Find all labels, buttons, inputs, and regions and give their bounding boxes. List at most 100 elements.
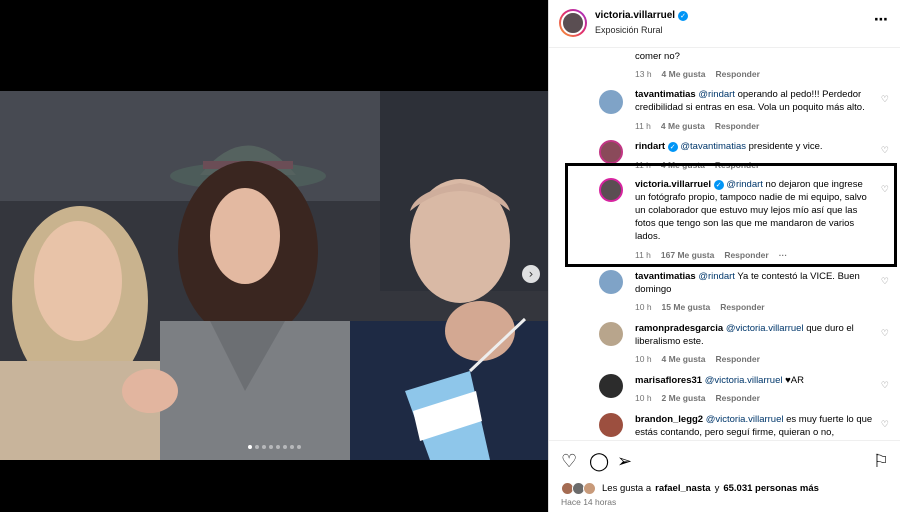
likes-summary[interactable]: Les gusta a rafael_nasta y 65.031 person… (561, 482, 819, 495)
post-header: victoria.villarruel ✓ Exposición Rural ⋯ (549, 0, 900, 48)
comment-mention[interactable]: @rindart (726, 179, 763, 190)
author-username-text[interactable]: victoria.villarruel (595, 10, 675, 21)
comment-meta: 10 h 4 Me gusta Responder (635, 354, 760, 364)
comment-mention[interactable]: @victoria.villarruel (705, 375, 783, 386)
bookmark-icon[interactable]: ⚐ (873, 451, 889, 472)
comment-mention[interactable]: @victoria.villarruel (706, 414, 784, 425)
post-location[interactable]: Exposición Rural (595, 25, 663, 35)
comment-likes[interactable]: 4 Me gusta (661, 121, 705, 131)
comment-meta: 11 h 4 Me gusta Responder (635, 121, 759, 131)
reply-button[interactable]: Responder (715, 393, 759, 403)
photo-illustration (0, 91, 548, 460)
comment-icon[interactable]: ◯ (589, 451, 609, 472)
like-comment-heart-icon[interactable]: ♡ (881, 328, 889, 339)
comment-text: brandon_legg2 @victoria.villarruel es mu… (635, 413, 875, 439)
commenter-avatar[interactable] (599, 374, 623, 398)
post-media: › (0, 0, 548, 512)
commenter-avatar[interactable] (599, 270, 623, 294)
comment-mention[interactable]: @victoria.villarruel (726, 323, 804, 334)
reply-button[interactable]: Responder (715, 121, 759, 131)
commenter-avatar[interactable] (599, 90, 623, 114)
carousel-dots (0, 445, 548, 449)
comment-text: rindart ✓ @tavantimatias presidente y vi… (635, 140, 875, 153)
like-comment-heart-icon[interactable]: ♡ (881, 94, 889, 105)
comment-username[interactable]: brandon_legg2 (635, 414, 703, 425)
comment-time: 11 h (635, 121, 651, 131)
comment-likes[interactable]: 15 Me gusta (662, 302, 711, 312)
liker-avatar (583, 482, 596, 495)
comment-text: marisaflores31 @victoria.villarruel ♥AR (635, 374, 875, 387)
commenter-avatar[interactable] (599, 322, 623, 346)
comment-username[interactable]: tavantimatias (635, 89, 696, 100)
commenter-avatar[interactable] (599, 413, 623, 437)
author-avatar[interactable] (559, 9, 587, 37)
carousel-dot (275, 445, 280, 449)
comment-mention[interactable]: @rindart (698, 271, 735, 282)
like-comment-heart-icon[interactable]: ♡ (881, 380, 889, 391)
comment-username[interactable]: marisaflores31 (635, 375, 702, 386)
reply-button[interactable]: Responder (724, 250, 768, 260)
comment-username[interactable]: ramonpradesgarcia (635, 323, 723, 334)
comment-username[interactable]: victoria.villarruel (635, 179, 711, 190)
comment-mention[interactable]: @rindart (698, 89, 735, 100)
reply-button[interactable]: Responder (715, 160, 759, 170)
comment-likes[interactable]: 2 Me gusta (662, 393, 706, 403)
carousel-next-button[interactable]: › (522, 265, 540, 283)
reply-button[interactable]: Responder (715, 69, 759, 79)
comment-time: 11 h (635, 160, 651, 170)
verified-icon: ✓ (678, 10, 689, 21)
like-comment-heart-icon[interactable]: ♡ (881, 419, 889, 430)
comment-likes[interactable]: 4 Me gusta (662, 354, 706, 364)
post-photo[interactable]: › (0, 91, 548, 460)
verified-icon: ✓ (713, 180, 724, 190)
comment-text: ramonpradesgarcia @victoria.villarruel q… (635, 322, 875, 348)
post-actions-bar: ♡ ◯ ➢ ⚐ Les gusta a rafael_nasta y 65.03… (549, 440, 900, 512)
comment-meta: 11 h 167 Me gusta Responder ··· (635, 250, 787, 260)
author-username[interactable]: victoria.villarruel ✓ (595, 10, 689, 21)
comment-time: 11 h (635, 250, 651, 260)
post-timestamp: Hace 14 horas (561, 497, 617, 507)
share-icon[interactable]: ➢ (617, 451, 632, 472)
comments-list[interactable]: comer no? 13 h 4 Me gusta Responder tava… (549, 48, 900, 440)
likes-prefix: Les gusta a (602, 483, 652, 494)
comment-body: presidente y vice. (748, 141, 823, 152)
carousel-dot (261, 445, 266, 449)
reply-button[interactable]: Responder (720, 302, 764, 312)
heart-icon[interactable]: ♡ (561, 451, 577, 472)
like-comment-heart-icon[interactable]: ♡ (881, 184, 889, 195)
likes-user[interactable]: rafael_nasta (655, 483, 710, 494)
carousel-dot (268, 445, 273, 449)
comment-body: comer no? (635, 51, 680, 62)
comment-likes[interactable]: 167 Me gusta (661, 250, 714, 260)
like-comment-heart-icon[interactable]: ♡ (881, 276, 889, 287)
carousel-dot (282, 445, 287, 449)
reply-button[interactable]: Responder (715, 354, 759, 364)
carousel-dot (296, 445, 301, 449)
post-side-panel: victoria.villarruel ✓ Exposición Rural ⋯… (548, 0, 900, 512)
comment-username[interactable]: tavantimatias (635, 271, 696, 282)
comment-likes[interactable]: 4 Me gusta (662, 69, 706, 79)
comment-meta: 13 h 4 Me gusta Responder (635, 69, 760, 79)
comment-meta: 11 h 4 Me gusta Responder (635, 160, 759, 170)
carousel-dot (254, 445, 259, 449)
comment-meta: 10 h 15 Me gusta Responder (635, 302, 765, 312)
like-comment-heart-icon[interactable]: ♡ (881, 145, 889, 156)
comment-time: 10 h (635, 393, 652, 403)
commenter-avatar[interactable] (599, 178, 623, 202)
more-options-icon[interactable]: ⋯ (874, 12, 889, 28)
comment-meta: 10 h 2 Me gusta Responder (635, 393, 760, 403)
comment-mention[interactable]: @tavantimatias (680, 141, 746, 152)
comment-time: 10 h (635, 354, 652, 364)
carousel-dot-active (247, 445, 252, 449)
verified-icon: ✓ (667, 142, 678, 152)
carousel-dot (289, 445, 294, 449)
comment-text: tavantimatias @rindart operando al pedo!… (635, 88, 875, 114)
comment-more-icon[interactable]: ··· (779, 250, 788, 260)
comment-body: ♥AR (785, 375, 804, 386)
comment-likes[interactable]: 4 Me gusta (661, 160, 705, 170)
likes-count[interactable]: 65.031 personas más (723, 483, 819, 494)
commenter-avatar[interactable] (599, 140, 623, 164)
comment-time: 10 h (635, 302, 652, 312)
likes-mid: y (714, 483, 720, 494)
comment-username[interactable]: rindart (635, 141, 665, 152)
